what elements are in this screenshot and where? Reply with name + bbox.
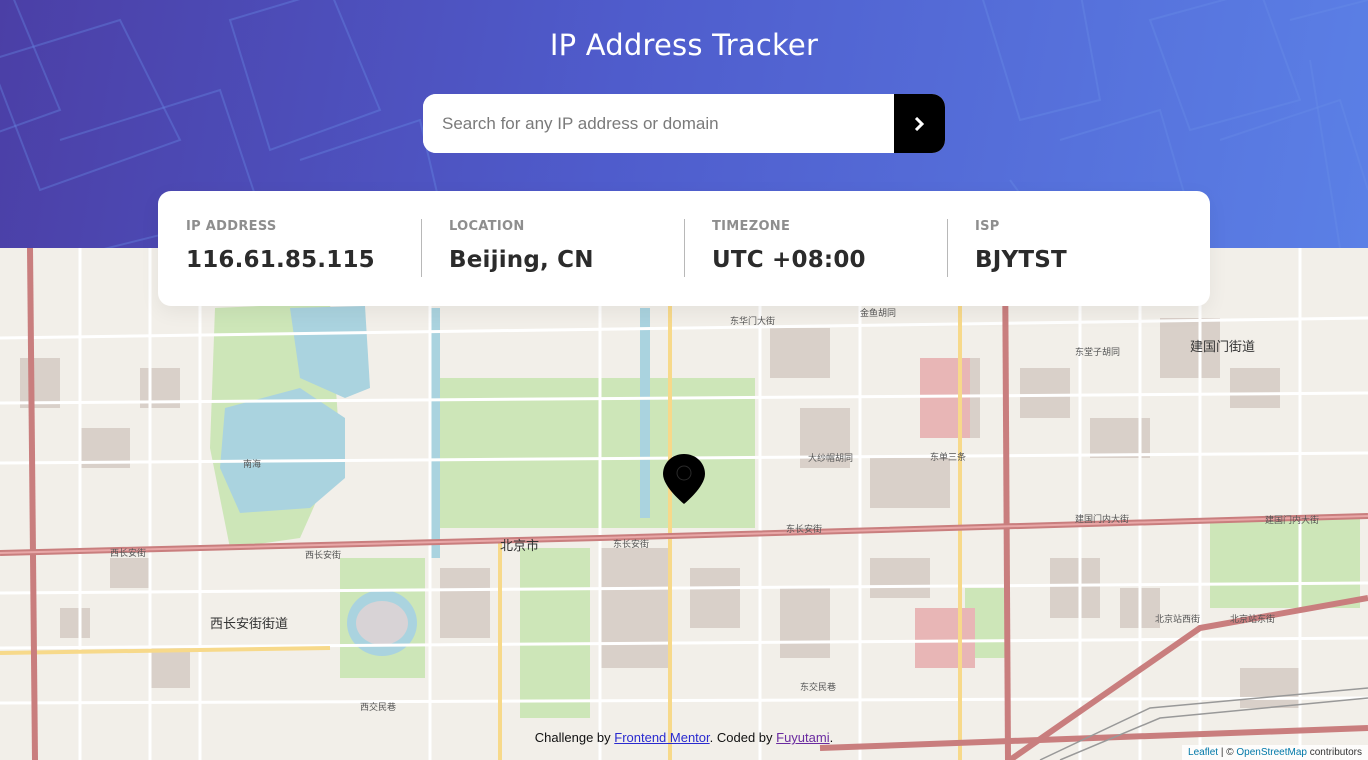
footer-credits: Challenge by Frontend Mentor. Coded by F…	[0, 730, 1368, 745]
timezone-panel: TIMEZONE UTC +08:00	[684, 191, 947, 306]
location-pin-icon[interactable]	[661, 453, 707, 505]
info-card: IP ADDRESS 116.61.85.115 LOCATION Beijin…	[158, 191, 1210, 306]
map-label-dadeng: 大纱帽胡同	[808, 452, 853, 464]
map-label-wangfujing: 东华门大街	[730, 315, 775, 327]
location-value: Beijing, CN	[449, 247, 594, 273]
footer-middle: . Coded by	[709, 730, 777, 745]
map-label-jinyu: 金鱼胡同	[860, 307, 896, 319]
map-label-dongjiao: 东交民巷	[800, 681, 836, 693]
map-label-dongchang-anjie: 东长安街	[613, 538, 649, 550]
map-label-xichang-anjie: 西长安街	[110, 547, 146, 559]
map-label-dongbao: 东堂子胡同	[1075, 346, 1120, 358]
map-label-jianguomennei: 建国门内大街	[1075, 513, 1129, 525]
map-label-xichang-anjie-2: 西长安街	[305, 549, 341, 561]
author-link[interactable]: Fuyutami	[776, 730, 829, 745]
page-title: IP Address Tracker	[549, 28, 819, 62]
map-label-beijing: 北京市	[500, 538, 539, 554]
isp-panel: ISP BJYTST	[947, 191, 1210, 306]
footer-prefix: Challenge by	[534, 730, 615, 745]
chevron-right-icon	[914, 116, 925, 131]
map-label-beijingzhan-dong: 北京站东街	[1230, 613, 1275, 625]
footer-suffix: .	[829, 730, 834, 745]
location-panel: LOCATION Beijing, CN	[421, 191, 684, 306]
ip-address-value: 116.61.85.115	[186, 247, 375, 273]
timezone-label: TIMEZONE	[712, 219, 791, 234]
map-label-beijingzhan: 北京站西街	[1155, 613, 1200, 625]
isp-label: ISP	[975, 219, 1000, 234]
location-label: LOCATION	[449, 219, 525, 234]
map-label-xijiao: 西交民巷	[360, 701, 396, 713]
map-label-dongdan: 东单三条	[930, 451, 966, 463]
map-label-jianguomennei-2: 建国门内大街	[1265, 514, 1319, 526]
openstreetmap-link[interactable]: OpenStreetMap	[1236, 747, 1307, 758]
search-bar	[423, 94, 945, 153]
search-input[interactable]	[423, 94, 894, 153]
leaflet-link[interactable]: Leaflet	[1188, 747, 1218, 758]
attribution-separator: | ©	[1218, 747, 1237, 758]
timezone-value: UTC +08:00	[712, 247, 866, 273]
map-attribution: Leaflet | © OpenStreetMap contributors	[1182, 745, 1368, 760]
attribution-tail: contributors	[1306, 747, 1362, 758]
search-submit-button[interactable]	[894, 94, 945, 153]
ip-address-panel: IP ADDRESS 116.61.85.115	[158, 191, 421, 306]
isp-value: BJYTST	[975, 247, 1067, 273]
frontend-mentor-link[interactable]: Frontend Mentor	[614, 730, 709, 745]
ip-address-label: IP ADDRESS	[186, 219, 277, 234]
map-label-jianguomen: 建国门街道	[1190, 340, 1255, 355]
map-label-dongchang-anjie-2: 东长安街	[786, 523, 822, 535]
map-label-xichangan-district: 西长安街街道	[210, 617, 288, 632]
map-label-nanhai: 南海	[243, 458, 261, 470]
